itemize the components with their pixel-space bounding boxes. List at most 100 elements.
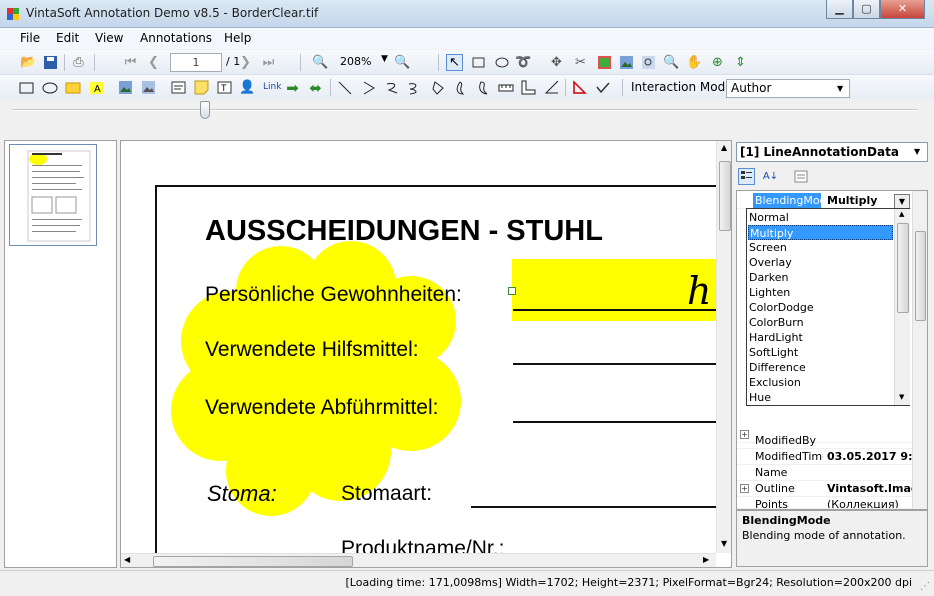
image-filter-icon[interactable] <box>596 54 613 71</box>
magnifier-icon[interactable]: 🔍 <box>663 54 680 71</box>
zoom-out-icon[interactable]: 🔍 <box>312 54 329 71</box>
expand-icon[interactable]: + <box>740 484 749 493</box>
dropdown-option[interactable]: ColorBurn <box>748 315 893 330</box>
dropdown-option[interactable]: HardLight <box>748 330 893 345</box>
dropdown-scrollbar[interactable]: ▲ ▼ <box>894 209 910 405</box>
menu-file[interactable]: File <box>20 31 40 45</box>
dropdown-option[interactable]: Overlay <box>748 255 893 270</box>
text-annotation-icon[interactable] <box>170 79 187 96</box>
interaction-mode-select[interactable]: Author ▼ <box>726 79 850 98</box>
freehand-line-icon[interactable] <box>383 79 400 96</box>
highlight-annotation-icon[interactable] <box>64 79 81 96</box>
resize-grip-icon[interactable]: ⋰ <box>920 581 930 592</box>
cloud-annotation[interactable] <box>161 231 491 521</box>
scissors-icon[interactable]: ✂ <box>572 54 589 71</box>
property-row-outline[interactable]: + Outline Vintasoft.Imagi <box>737 481 915 497</box>
sticky-note-icon[interactable] <box>193 79 210 96</box>
pointer-tool-icon[interactable]: ↖ <box>446 54 463 71</box>
double-arrow-icon[interactable]: ⬌ <box>307 79 324 97</box>
polyline-annotation-icon[interactable] <box>360 79 377 96</box>
line-annotation-icon[interactable] <box>336 79 353 96</box>
minimize-button[interactable]: ▁ <box>826 0 853 19</box>
dropdown-option[interactable]: SoftLight <box>748 345 893 360</box>
next-page-icon[interactable]: ❯ <box>237 54 254 71</box>
menu-help[interactable]: Help <box>224 31 251 45</box>
scroll-left-icon[interactable]: ◀ <box>124 555 130 564</box>
stamp-icon[interactable]: 👤 <box>239 79 256 96</box>
property-pages-icon[interactable] <box>792 168 809 185</box>
image-icon[interactable] <box>618 54 635 71</box>
embedded-image-icon[interactable] <box>117 79 134 96</box>
hand-icon[interactable]: ✋ <box>686 54 703 71</box>
save-icon[interactable] <box>42 54 59 71</box>
curve-line-icon[interactable] <box>405 79 422 96</box>
property-grid-scrollbar[interactable] <box>912 191 927 509</box>
page-thumbnail[interactable] <box>9 144 97 246</box>
property-row-name[interactable]: Name <box>737 465 912 481</box>
scroll-up-icon[interactable]: ▲ <box>899 210 904 218</box>
open-icon[interactable]: 📂 <box>20 54 37 71</box>
property-row-modifiedby[interactable]: ModifiedBy <box>737 433 912 449</box>
scroll-up-icon[interactable]: ▲ <box>721 143 727 152</box>
print-icon[interactable]: ⎙ <box>70 54 87 71</box>
scroll-down-icon[interactable]: ▼ <box>899 393 904 401</box>
dropdown-option[interactable]: ColorDodge <box>748 300 893 315</box>
image-zoom-icon[interactable] <box>640 54 657 71</box>
dropdown-option[interactable]: Exclusion <box>748 375 893 390</box>
first-page-icon[interactable]: ⏮ <box>122 54 139 71</box>
text-highlight-icon[interactable]: A <box>88 79 105 96</box>
categorized-view-icon[interactable] <box>738 168 755 185</box>
dropdown-scroll-thumb[interactable] <box>897 223 909 313</box>
property-row-blendingmode[interactable]: BlendingMode Multiply <box>737 193 912 209</box>
ruler-icon[interactable] <box>497 79 514 96</box>
menu-view[interactable]: View <box>95 31 123 45</box>
viewer-horizontal-scrollbar[interactable]: ◀ ▶ <box>121 553 716 567</box>
polygon-annotation-icon[interactable] <box>429 79 446 96</box>
fit-icon[interactable]: ⇕ <box>732 54 749 71</box>
viewer-vertical-scrollbar[interactable]: ▲ ▼ <box>716 141 731 553</box>
dropdown-option[interactable]: Lighten <box>748 285 893 300</box>
rectangle-select-icon[interactable] <box>470 54 487 71</box>
scroll-down-icon[interactable]: ▼ <box>721 539 727 548</box>
pan-icon[interactable]: ✥ <box>548 54 565 71</box>
free-text-icon[interactable]: T <box>216 79 233 96</box>
selection-handle[interactable] <box>508 287 516 295</box>
page-number-input[interactable]: 1 <box>170 53 222 72</box>
previous-page-icon[interactable]: ❮ <box>145 54 162 71</box>
vertical-scroll-thumb[interactable] <box>719 161 731 231</box>
image-viewer[interactable]: AUSSCHEIDUNGEN - STUHL Persönliche Gewoh… <box>120 140 732 568</box>
curve-polygon-icon[interactable] <box>474 79 491 96</box>
last-page-icon[interactable]: ⏭ <box>260 54 277 71</box>
menu-edit[interactable]: Edit <box>56 31 79 45</box>
annotation-object-select[interactable]: [1] LineAnnotationData ▼ <box>736 142 928 162</box>
property-row-modifiedtime[interactable]: ModifiedTime 03.05.2017 9:5 <box>737 449 915 465</box>
rectangle-annotation-icon[interactable] <box>18 79 35 96</box>
navigate-icon[interactable]: ⊕ <box>709 54 726 71</box>
zoom-slider-track[interactable] <box>12 109 918 111</box>
lasso-select-icon[interactable]: ➰ <box>515 54 532 71</box>
dropdown-option-selected[interactable]: Multiply <box>748 225 893 240</box>
arrow-right-icon[interactable]: ➡ <box>284 79 301 97</box>
rulers-icon[interactable] <box>520 79 537 96</box>
dropdown-option[interactable]: Darken <box>748 270 893 285</box>
zoom-in-icon[interactable]: 🔍 <box>394 54 411 71</box>
dropdown-option[interactable]: Normal <box>748 210 893 225</box>
link-annotation[interactable]: Link <box>263 82 281 92</box>
ellipse-select-icon[interactable] <box>493 54 510 71</box>
zoom-slider-thumb[interactable] <box>200 101 210 119</box>
dropdown-option[interactable]: Difference <box>748 360 893 375</box>
zoom-dropdown-icon[interactable]: ▼ <box>381 54 388 64</box>
zoom-value[interactable]: 208% <box>340 55 371 68</box>
scroll-right-icon[interactable]: ▶ <box>703 555 709 564</box>
triangle-annotation-icon[interactable] <box>571 79 588 96</box>
close-button[interactable]: ✕ <box>880 0 925 19</box>
horizontal-scroll-thumb[interactable] <box>153 556 353 567</box>
alphabetical-sort-icon[interactable]: A↓ <box>762 168 779 185</box>
property-grid-scroll-thumb[interactable] <box>915 231 926 321</box>
maximize-button[interactable]: ▢ <box>853 0 880 19</box>
freehand-polygon-icon[interactable] <box>451 79 468 96</box>
menu-annotations[interactable]: Annotations <box>140 31 212 45</box>
property-row-points[interactable]: Points (Коллекция) <box>737 497 912 509</box>
chevron-down-icon[interactable]: ▼ <box>894 194 910 209</box>
dropdown-option[interactable]: Screen <box>748 240 893 255</box>
